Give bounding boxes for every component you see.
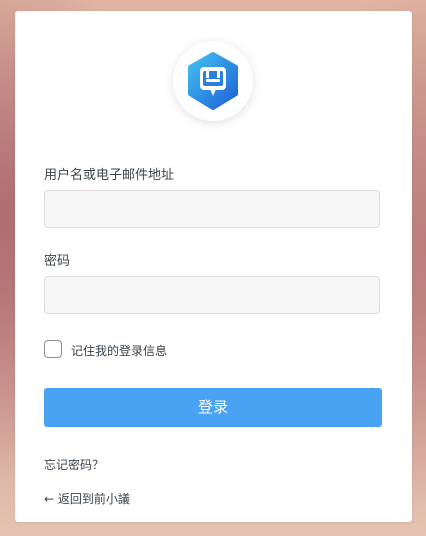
password-label: 密码 <box>44 254 71 269</box>
login-button[interactable]: 登录 <box>44 388 382 427</box>
username-label: 用户名或电子邮件地址 <box>44 168 175 183</box>
forgot-password-link[interactable]: 忘记密码？ <box>44 456 104 473</box>
password-field[interactable] <box>44 276 380 314</box>
username-field[interactable] <box>44 190 380 228</box>
remember-me-checkbox[interactable] <box>44 340 62 358</box>
login-card: 用户名或电子邮件地址 密码 记住我的登录信息 登录 忘记密码？ ← 返回到前小議 <box>15 11 412 522</box>
remember-me-label[interactable]: 记住我的登录信息 <box>71 342 167 359</box>
site-logo[interactable] <box>173 41 253 121</box>
back-to-site-link[interactable]: ← 返回到前小議 <box>44 490 130 507</box>
site-logo-hexagon-icon <box>188 52 238 110</box>
